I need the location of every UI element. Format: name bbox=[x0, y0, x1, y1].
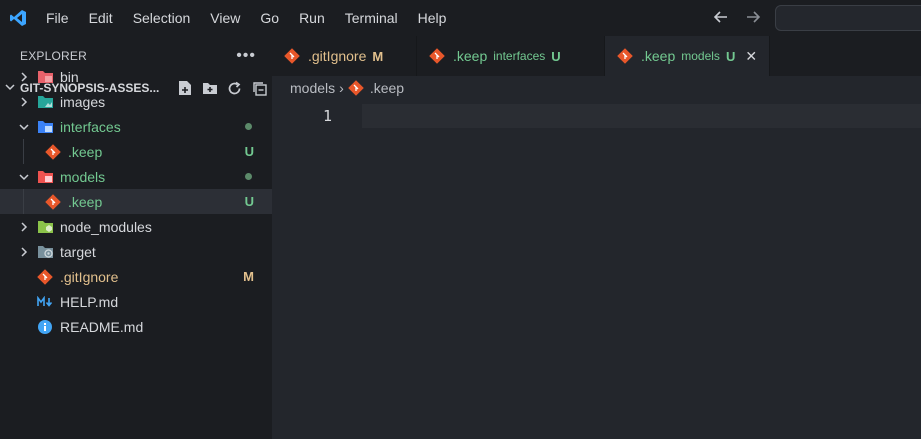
info-icon bbox=[36, 318, 54, 336]
tab-label: .gitIgnore bbox=[308, 48, 367, 64]
current-line-highlight bbox=[362, 104, 921, 128]
tree-label: models bbox=[60, 168, 106, 185]
tab-label: .keep bbox=[453, 48, 488, 64]
tree-label: images bbox=[60, 93, 106, 110]
tree-item-interfaces-keep[interactable]: .keep U bbox=[0, 139, 272, 164]
git-file-icon bbox=[617, 48, 633, 64]
git-file-icon bbox=[429, 48, 445, 64]
folder-interfaces-icon bbox=[36, 118, 54, 136]
folder-target-icon bbox=[36, 243, 54, 261]
indent-guide bbox=[23, 139, 24, 164]
tree-item-target[interactable]: target bbox=[0, 239, 272, 264]
git-file-icon bbox=[284, 48, 300, 64]
menu-file[interactable]: File bbox=[36, 0, 79, 36]
tree-item-models[interactable]: models bbox=[0, 164, 272, 189]
folder-bin-icon bbox=[36, 68, 54, 86]
arrow-left-icon[interactable] bbox=[710, 6, 732, 28]
tree-item-images[interactable]: images bbox=[0, 89, 272, 114]
menu-selection[interactable]: Selection bbox=[123, 0, 201, 36]
breadcrumb-file[interactable]: .keep bbox=[370, 80, 404, 96]
git-file-icon bbox=[44, 193, 62, 211]
tree-label: bin bbox=[60, 68, 79, 85]
more-actions-icon[interactable]: ••• bbox=[236, 47, 256, 65]
git-file-icon bbox=[44, 143, 62, 161]
folder-images-icon bbox=[36, 93, 54, 111]
tree-label: interfaces bbox=[60, 118, 121, 135]
tree-label: README.md bbox=[60, 318, 144, 335]
chevron-right-icon bbox=[16, 94, 32, 110]
markdown-icon bbox=[36, 293, 54, 311]
tree-item-node-modules[interactable]: node_modules bbox=[0, 214, 272, 239]
menu-bar: File Edit Selection View Go Run Terminal… bbox=[36, 0, 456, 36]
tab-description: interfaces bbox=[493, 49, 546, 63]
close-icon[interactable]: ✕ bbox=[745, 48, 757, 64]
file-tree: bin images interfaces .keep U models .ke… bbox=[0, 64, 272, 339]
menu-go[interactable]: Go bbox=[250, 0, 289, 36]
title-bar: File Edit Selection View Go Run Terminal… bbox=[0, 0, 921, 36]
tab-label: .keep bbox=[641, 48, 676, 64]
tree-item-models-keep[interactable]: .keep U bbox=[0, 189, 272, 214]
indent-guide bbox=[23, 189, 24, 214]
git-status-badge: U bbox=[244, 144, 254, 159]
tree-item-gitignore[interactable]: .gitIgnore M bbox=[0, 264, 272, 289]
git-file-icon bbox=[348, 80, 364, 96]
tree-label: .keep bbox=[68, 193, 103, 210]
chevron-right-icon bbox=[16, 219, 32, 235]
line-number: 1 bbox=[322, 107, 332, 125]
arrow-right-icon[interactable] bbox=[742, 6, 764, 28]
vscode-logo-icon bbox=[0, 0, 36, 36]
folder-models-icon bbox=[36, 168, 54, 186]
tree-label: .gitIgnore bbox=[60, 268, 119, 285]
editor-tabs: .gitIgnore M .keep interfaces U .keep mo… bbox=[272, 36, 921, 76]
menu-view[interactable]: View bbox=[200, 0, 250, 36]
breadcrumb: models › .keep bbox=[272, 76, 921, 100]
tab-interfaces-keep[interactable]: .keep interfaces U bbox=[417, 36, 605, 76]
tab-gitignore[interactable]: .gitIgnore M bbox=[272, 36, 417, 76]
editor-line[interactable]: 1 bbox=[272, 104, 921, 128]
command-center-search[interactable] bbox=[775, 5, 921, 31]
menu-edit[interactable]: Edit bbox=[79, 0, 123, 36]
changes-dot bbox=[245, 123, 252, 130]
chevron-right-icon bbox=[16, 244, 32, 260]
tab-models-keep[interactable]: .keep models U ✕ bbox=[605, 36, 770, 76]
tab-git-status: U bbox=[551, 48, 561, 64]
tree-item-bin[interactable]: bin bbox=[0, 64, 272, 89]
breadcrumb-separator: › bbox=[339, 80, 344, 96]
chevron-down-icon bbox=[16, 169, 32, 185]
menu-run[interactable]: Run bbox=[289, 0, 335, 36]
tree-label: .keep bbox=[68, 143, 103, 160]
tree-label: node_modules bbox=[60, 218, 152, 235]
changes-dot bbox=[245, 173, 252, 180]
tab-git-status: U bbox=[725, 48, 736, 64]
chevron-right-icon bbox=[16, 69, 32, 85]
explorer-title: EXPLORER bbox=[20, 49, 87, 63]
tree-label: HELP.md bbox=[60, 293, 119, 310]
tab-description: models bbox=[681, 49, 720, 63]
tree-label: target bbox=[60, 243, 96, 260]
git-file-icon bbox=[36, 268, 54, 286]
breadcrumb-folder[interactable]: models bbox=[290, 80, 335, 96]
tree-item-readme-md[interactable]: README.md bbox=[0, 314, 272, 339]
menu-terminal[interactable]: Terminal bbox=[335, 0, 408, 36]
tree-item-interfaces[interactable]: interfaces bbox=[0, 114, 272, 139]
folder-node-icon bbox=[36, 218, 54, 236]
menu-help[interactable]: Help bbox=[408, 0, 457, 36]
tab-git-status: M bbox=[372, 48, 384, 64]
chevron-down-icon bbox=[16, 119, 32, 135]
git-status-badge: M bbox=[243, 269, 254, 284]
git-status-badge: U bbox=[244, 194, 254, 209]
tree-item-help-md[interactable]: HELP.md bbox=[0, 289, 272, 314]
editor-area[interactable]: models › .keep 1 bbox=[272, 76, 921, 439]
